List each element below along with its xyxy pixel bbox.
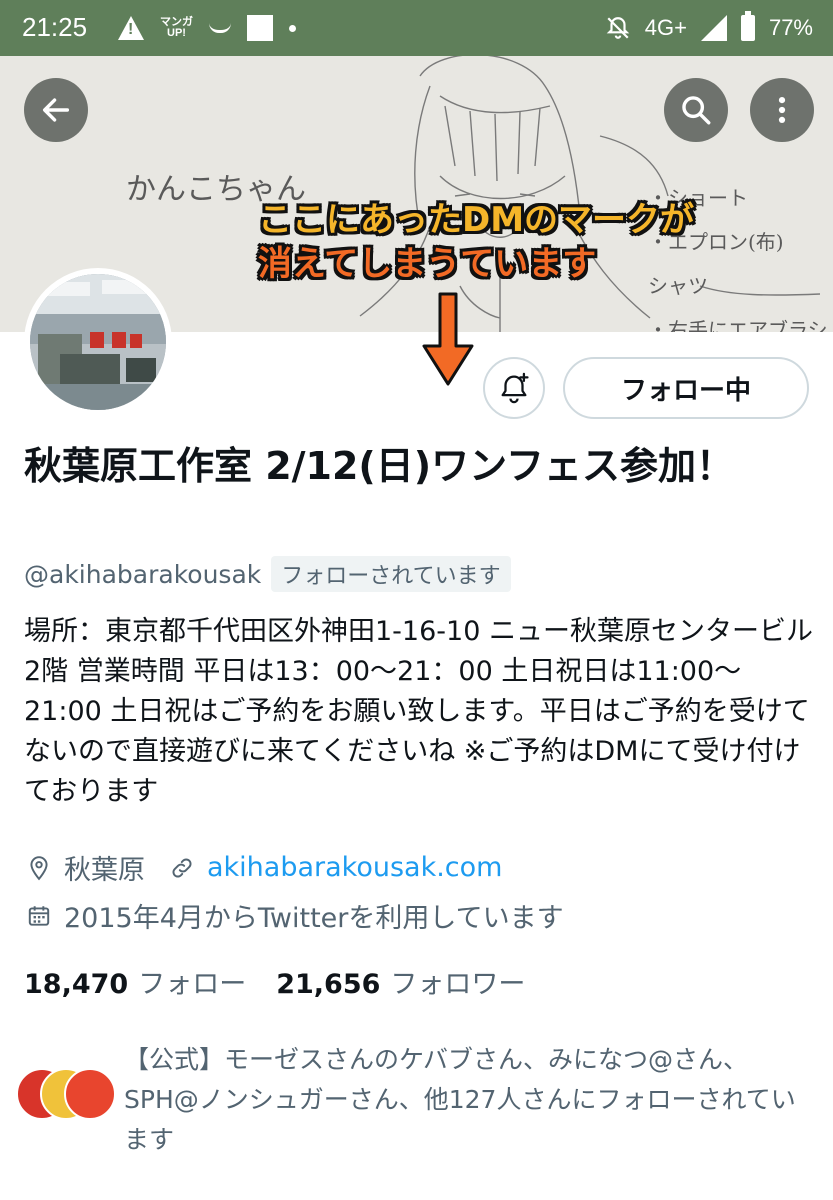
following-label: フォロー (138, 969, 247, 1000)
link-icon (172, 858, 192, 877)
handle-row: @akihabarakousak フォローされています (24, 556, 511, 592)
profile-avatar[interactable] (24, 268, 172, 416)
network-type: 4G+ (644, 15, 687, 40)
search-icon (682, 96, 711, 125)
notification-bell-button[interactable] (483, 357, 545, 419)
profile-location: 秋葉原 (64, 855, 145, 886)
profile-handle: @akihabarakousak (24, 559, 262, 589)
bell-plus-icon (501, 372, 529, 404)
search-button[interactable] (664, 78, 728, 142)
warning-icon (118, 16, 144, 40)
location-icon (30, 855, 48, 880)
followers-count: 21,656 (276, 969, 381, 1000)
followers-stat[interactable]: 21,656 フォロワー (276, 962, 525, 1001)
status-bar: 21:25 マンガUP! 4G+ 77% (0, 0, 833, 56)
battery-icon (740, 11, 755, 41)
profile-joined-date: 2015年4月からTwitterを利用しています (64, 903, 564, 934)
more-options-button[interactable] (750, 78, 814, 142)
followed-by-avatars[interactable] (16, 1068, 116, 1124)
more-vertical-icon (778, 96, 786, 124)
battery-level: 77% (768, 15, 813, 40)
follows-you-badge: フォローされています (271, 556, 511, 592)
annotation-arrow-icon (422, 292, 474, 386)
profile-meta-joined: 2015年4月からTwitterを利用しています (26, 896, 564, 935)
more-notifications-dot-icon (289, 24, 296, 32)
following-stat[interactable]: 18,470 フォロー (24, 962, 246, 1001)
annotation-text: ここにあったDMのマークが 消えてしまうています (258, 198, 694, 286)
follow-stats: 18,470 フォロー 21,656 フォロワー (24, 962, 525, 1001)
back-arrow-icon (42, 98, 70, 122)
profile-name: 秋葉原工作室 2/12(日)ワンフェス参加！ (24, 444, 735, 488)
following-button[interactable]: フォロー中 (563, 357, 809, 419)
profile-url-link[interactable]: akihabarakousak.com (207, 852, 502, 883)
profile-meta-location-url: 秋葉原 akihabarakousak.com (26, 848, 502, 887)
annotation-line-2: 消えてしまうています (258, 244, 597, 284)
notification-curve-icon (209, 23, 231, 33)
followers-label: フォロワー (390, 969, 526, 1000)
calendar-icon (28, 905, 50, 926)
profile-bio: 場所：東京都千代田区外神田1-16-10 ニュー秋葉原センタービル2階 営業時間… (24, 616, 813, 807)
following-count: 18,470 (24, 969, 129, 1000)
signal-icon (700, 15, 727, 41)
annotation-line-1: ここにあったDMのマークが (258, 200, 695, 240)
avatar-photo (30, 274, 166, 410)
alarm-off-icon (606, 17, 630, 39)
mini-avatar (64, 1068, 116, 1120)
back-button[interactable] (24, 78, 88, 142)
followed-by-text[interactable]: 【公式】モーゼスさんのケバブさん、みになつ@さん、SPH@ノンシュガーさん、他1… (124, 1040, 814, 1160)
status-time: 21:25 (22, 12, 88, 42)
notification-square-icon (247, 15, 273, 41)
manga-up-icon: マンガ UP! (160, 16, 193, 39)
